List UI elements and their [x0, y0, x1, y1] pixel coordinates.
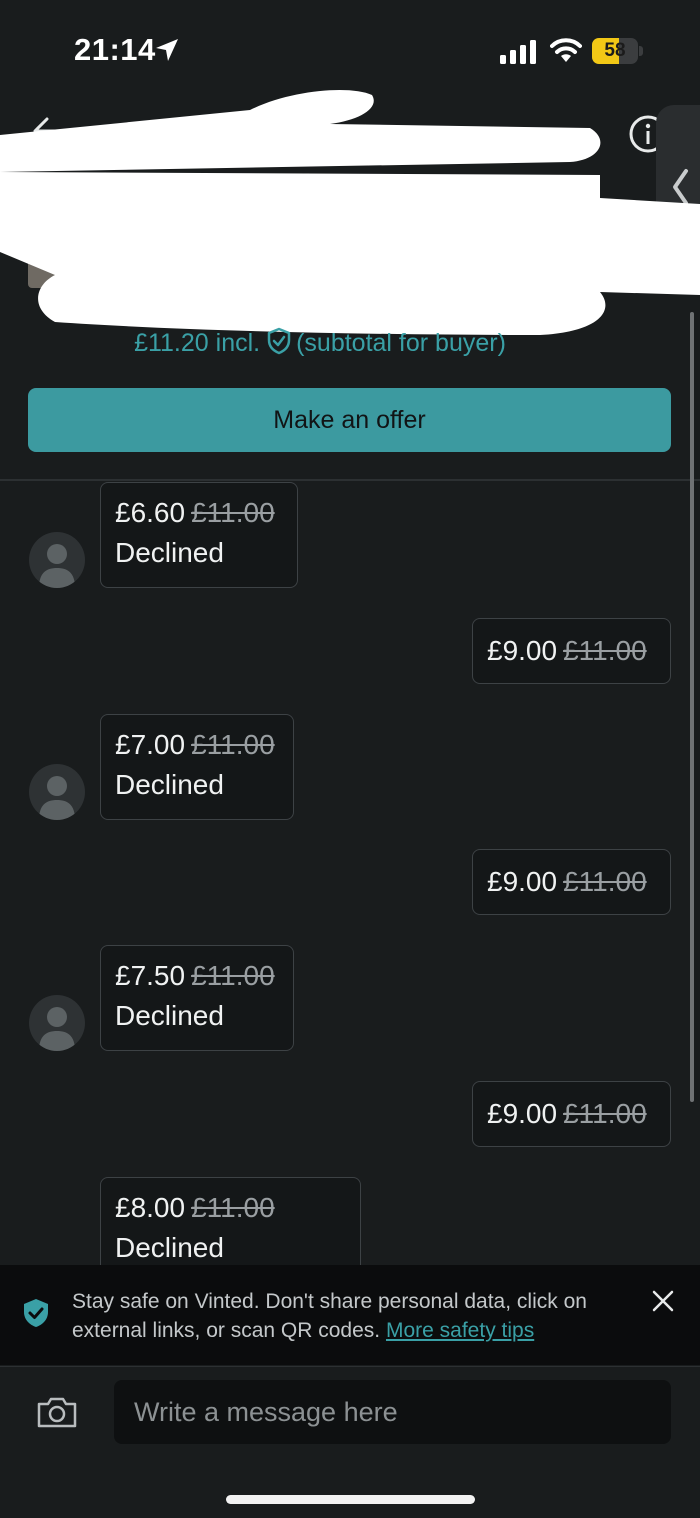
original-price: £11.00 — [563, 635, 647, 666]
offer-bubble[interactable]: £9.00 £11.00 — [472, 849, 671, 915]
original-price: £11.00 — [563, 1098, 647, 1129]
offer-bubble[interactable]: £9.00 £11.00 — [472, 618, 671, 684]
user-silhouette-icon — [39, 776, 75, 820]
chat-screen: 21:14 58 £11.20 incl. (subtotal for buye… — [0, 0, 700, 1518]
original-price: £11.00 — [191, 497, 275, 528]
safety-banner: Stay safe on Vinted. Don't share persona… — [0, 1265, 700, 1365]
offer-bubble[interactable]: £9.00 £11.00 — [472, 1081, 671, 1147]
shield-check-icon — [267, 327, 291, 355]
home-indicator[interactable] — [226, 1495, 475, 1504]
original-price: £11.00 — [563, 866, 647, 897]
offer-price: £7.50 — [115, 960, 186, 991]
offer-price: £9.00 — [487, 866, 558, 897]
offer-status: Declined — [115, 537, 224, 568]
offer-status: Declined — [115, 1000, 224, 1031]
original-price: £11.00 — [191, 1192, 275, 1223]
offer-status: Declined — [115, 1232, 224, 1263]
avatar[interactable] — [29, 764, 85, 820]
price-note: (subtotal for buyer) — [296, 329, 506, 357]
battery-cap — [639, 46, 643, 56]
original-price: £11.00 — [191, 729, 275, 760]
scrollbar[interactable] — [690, 312, 694, 1102]
user-silhouette-icon — [39, 544, 75, 588]
offer-bubble[interactable]: £8.00 £11.00 Declined — [100, 1177, 361, 1265]
offer-bubble[interactable]: £6.60 £11.00 Declined — [100, 482, 298, 588]
battery-percent: 58 — [604, 40, 626, 61]
offer-price: £8.00 — [115, 1192, 186, 1223]
avatar[interactable] — [29, 995, 85, 1051]
price-incl: £11.20 incl. — [134, 329, 261, 357]
message-thread[interactable]: £6.60 £11.00 Declined £9.00 £11.00 £7.00 £1… — [0, 481, 700, 1265]
offer-bubble[interactable]: £7.50 £11.00 Declined — [100, 945, 294, 1051]
listing-price[interactable]: £11.20 incl. (subtotal for buyer) — [0, 327, 640, 358]
redaction-scribble — [0, 90, 700, 335]
wifi-icon — [550, 38, 582, 62]
offer-price: £6.60 — [115, 497, 186, 528]
safety-tips-link[interactable]: More safety tips — [386, 1319, 534, 1342]
offer-status: Declined — [115, 769, 224, 800]
close-icon[interactable] — [652, 1290, 674, 1312]
offer-bubble[interactable]: £7.00 £11.00 Declined — [100, 714, 294, 820]
battery-icon: 58 — [592, 38, 638, 64]
shield-check-icon — [24, 1299, 48, 1327]
original-price: £11.00 — [191, 960, 275, 991]
message-input[interactable] — [114, 1380, 671, 1444]
make-offer-button[interactable]: Make an offer — [28, 388, 671, 452]
offer-price: £7.00 — [115, 729, 186, 760]
location-arrow-icon — [156, 39, 178, 61]
user-silhouette-icon — [39, 1007, 75, 1051]
camera-icon[interactable] — [36, 1395, 78, 1429]
signal-icon — [500, 40, 536, 64]
offer-price: £9.00 — [487, 1098, 558, 1129]
status-time: 21:14 — [74, 32, 156, 67]
offer-price: £9.00 — [487, 635, 558, 666]
avatar[interactable] — [29, 532, 85, 588]
safety-message: Stay safe on Vinted. Don't share persona… — [72, 1287, 632, 1345]
